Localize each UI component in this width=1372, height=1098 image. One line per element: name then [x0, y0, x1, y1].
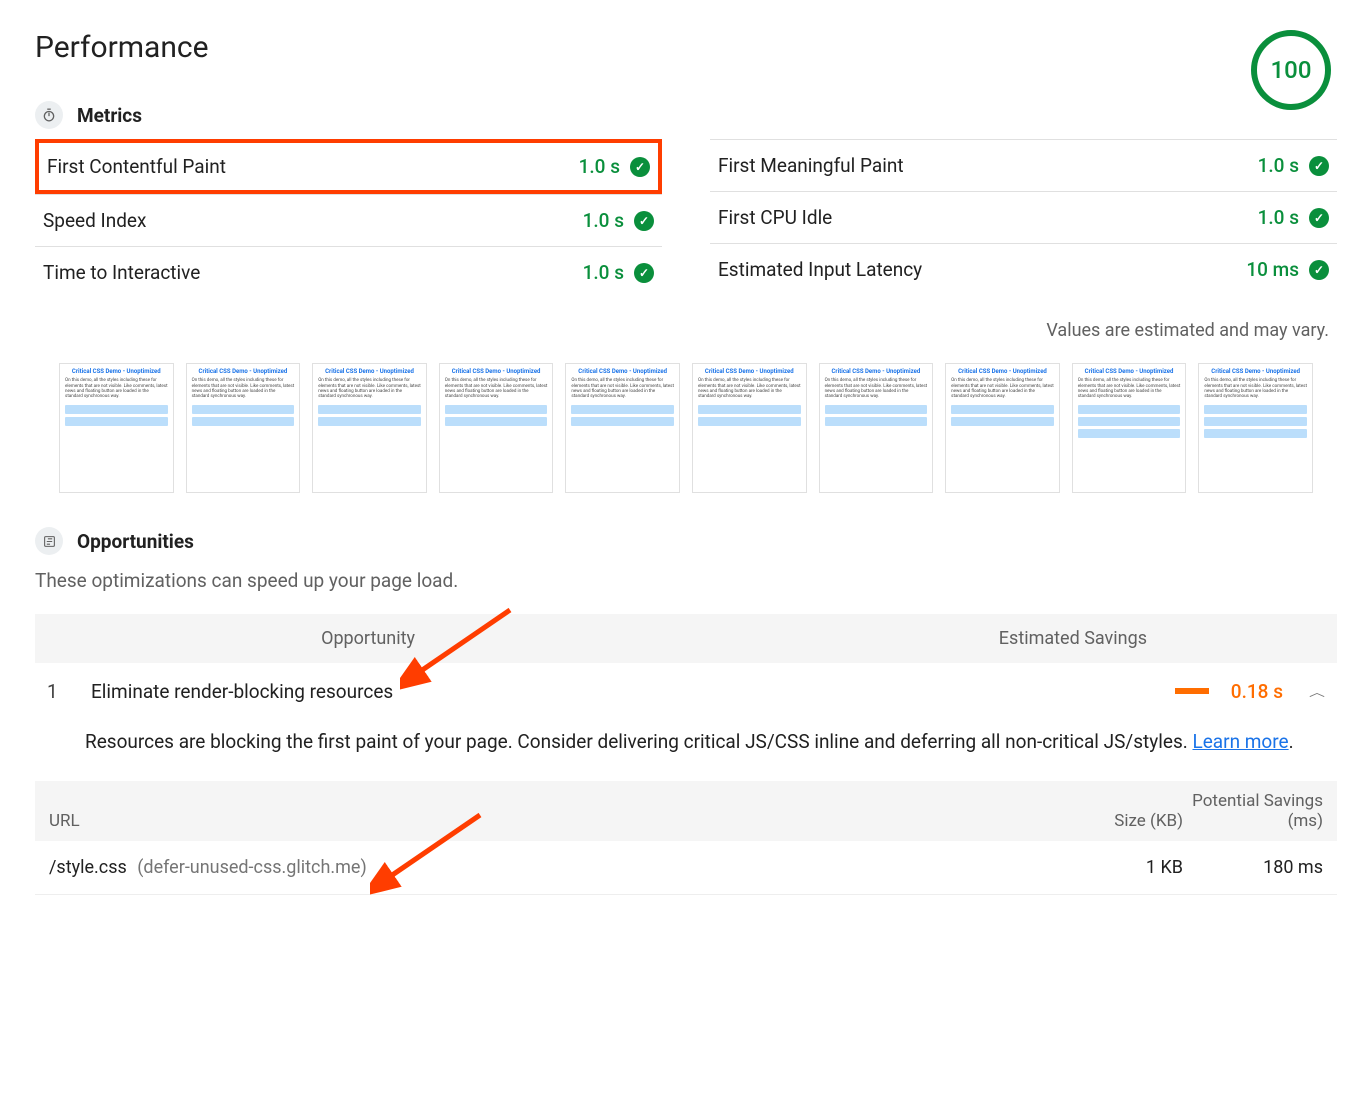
learn-more-link[interactable]: Learn more	[1192, 730, 1288, 753]
column-url: URL	[49, 811, 1053, 831]
metric-value: 1.0 s	[579, 155, 620, 178]
opportunities-description: These optimizations can speed up your pa…	[35, 569, 1337, 592]
filmstrip-frame[interactable]: Critical CSS Demo - UnoptimizedOn this d…	[565, 363, 680, 493]
filmstrip-frame[interactable]: Critical CSS Demo - UnoptimizedOn this d…	[1198, 363, 1313, 493]
opportunities-header-row: Opportunity Estimated Savings	[35, 614, 1337, 663]
metric-estimated-input-latency[interactable]: Estimated Input Latency 10 ms	[710, 243, 1337, 295]
metric-value: 1.0 s	[1258, 154, 1299, 177]
opportunity-item[interactable]: 1 Eliminate render-blocking resources 0.…	[35, 663, 1337, 719]
resource-row[interactable]: /style.css (defer-unused-css.glitch.me) …	[35, 841, 1337, 895]
filmstrip-frame[interactable]: Critical CSS Demo - UnoptimizedOn this d…	[1072, 363, 1187, 493]
column-size: Size (KB)	[1053, 811, 1183, 831]
opportunity-number: 1	[47, 680, 71, 703]
resource-size: 1 KB	[1053, 857, 1183, 878]
metric-first-contentful-paint[interactable]: First Contentful Paint 1.0 s	[35, 139, 662, 194]
check-icon	[634, 263, 654, 283]
filmstrip-frame[interactable]: Critical CSS Demo - UnoptimizedOn this d…	[439, 363, 554, 493]
performance-score-gauge: 100	[1251, 30, 1331, 110]
opportunities-icon	[35, 527, 63, 555]
column-estimated-savings: Estimated Savings	[435, 628, 1317, 649]
check-icon	[634, 211, 654, 231]
filmstrip-frame[interactable]: Critical CSS Demo - UnoptimizedOn this d…	[692, 363, 807, 493]
stopwatch-icon	[35, 101, 63, 129]
metrics-grid: First Contentful Paint 1.0 s Speed Index…	[35, 139, 1337, 298]
check-icon	[1309, 260, 1329, 280]
opportunity-explanation: Resources are blocking the first paint o…	[35, 719, 1337, 781]
page-title: Performance	[35, 30, 1251, 65]
savings-bar	[1175, 688, 1209, 694]
filmstrip: Critical CSS Demo - UnoptimizedOn this d…	[35, 363, 1337, 493]
metric-name: Time to Interactive	[43, 261, 200, 284]
opportunity-explanation-text: Resources are blocking the first paint o…	[85, 730, 1192, 753]
opportunities-section-label: Opportunities	[77, 530, 194, 553]
resources-header-row: URL Size (KB) Potential Savings (ms)	[35, 781, 1337, 841]
metric-name: First Contentful Paint	[47, 155, 226, 178]
filmstrip-frame[interactable]: Critical CSS Demo - UnoptimizedOn this d…	[945, 363, 1060, 493]
metric-name: First CPU Idle	[718, 206, 832, 229]
column-potential-savings: Potential Savings (ms)	[1183, 791, 1323, 831]
metric-value: 1.0 s	[583, 261, 624, 284]
filmstrip-frame[interactable]: Critical CSS Demo - UnoptimizedOn this d…	[819, 363, 934, 493]
resource-savings: 180 ms	[1183, 857, 1323, 878]
metric-first-cpu-idle[interactable]: First CPU Idle 1.0 s	[710, 191, 1337, 243]
metric-value: 1.0 s	[583, 209, 624, 232]
check-icon	[630, 157, 650, 177]
column-opportunity: Opportunity	[55, 628, 435, 649]
filmstrip-frame[interactable]: Critical CSS Demo - UnoptimizedOn this d…	[186, 363, 301, 493]
metric-name: Speed Index	[43, 209, 146, 232]
check-icon	[1309, 156, 1329, 176]
check-icon	[1309, 208, 1329, 228]
metrics-footnote: Values are estimated and may vary.	[35, 320, 1337, 341]
metric-value: 1.0 s	[1258, 206, 1299, 229]
metrics-section-label: Metrics	[77, 104, 142, 127]
opportunity-savings: 0.18 s	[1223, 680, 1283, 703]
metric-name: Estimated Input Latency	[718, 258, 922, 281]
resource-path: /style.css	[49, 857, 127, 878]
filmstrip-frame[interactable]: Critical CSS Demo - UnoptimizedOn this d…	[59, 363, 174, 493]
opportunity-title: Eliminate render-blocking resources	[91, 680, 1155, 703]
metric-name: First Meaningful Paint	[718, 154, 904, 177]
metric-speed-index[interactable]: Speed Index 1.0 s	[35, 194, 662, 246]
metric-first-meaningful-paint[interactable]: First Meaningful Paint 1.0 s	[710, 139, 1337, 191]
metric-value: 10 ms	[1246, 258, 1299, 281]
filmstrip-frame[interactable]: Critical CSS Demo - UnoptimizedOn this d…	[312, 363, 427, 493]
resource-host: (defer-unused-css.glitch.me)	[137, 857, 366, 878]
chevron-up-icon[interactable]: ︿	[1309, 683, 1325, 700]
metric-time-to-interactive[interactable]: Time to Interactive 1.0 s	[35, 246, 662, 298]
